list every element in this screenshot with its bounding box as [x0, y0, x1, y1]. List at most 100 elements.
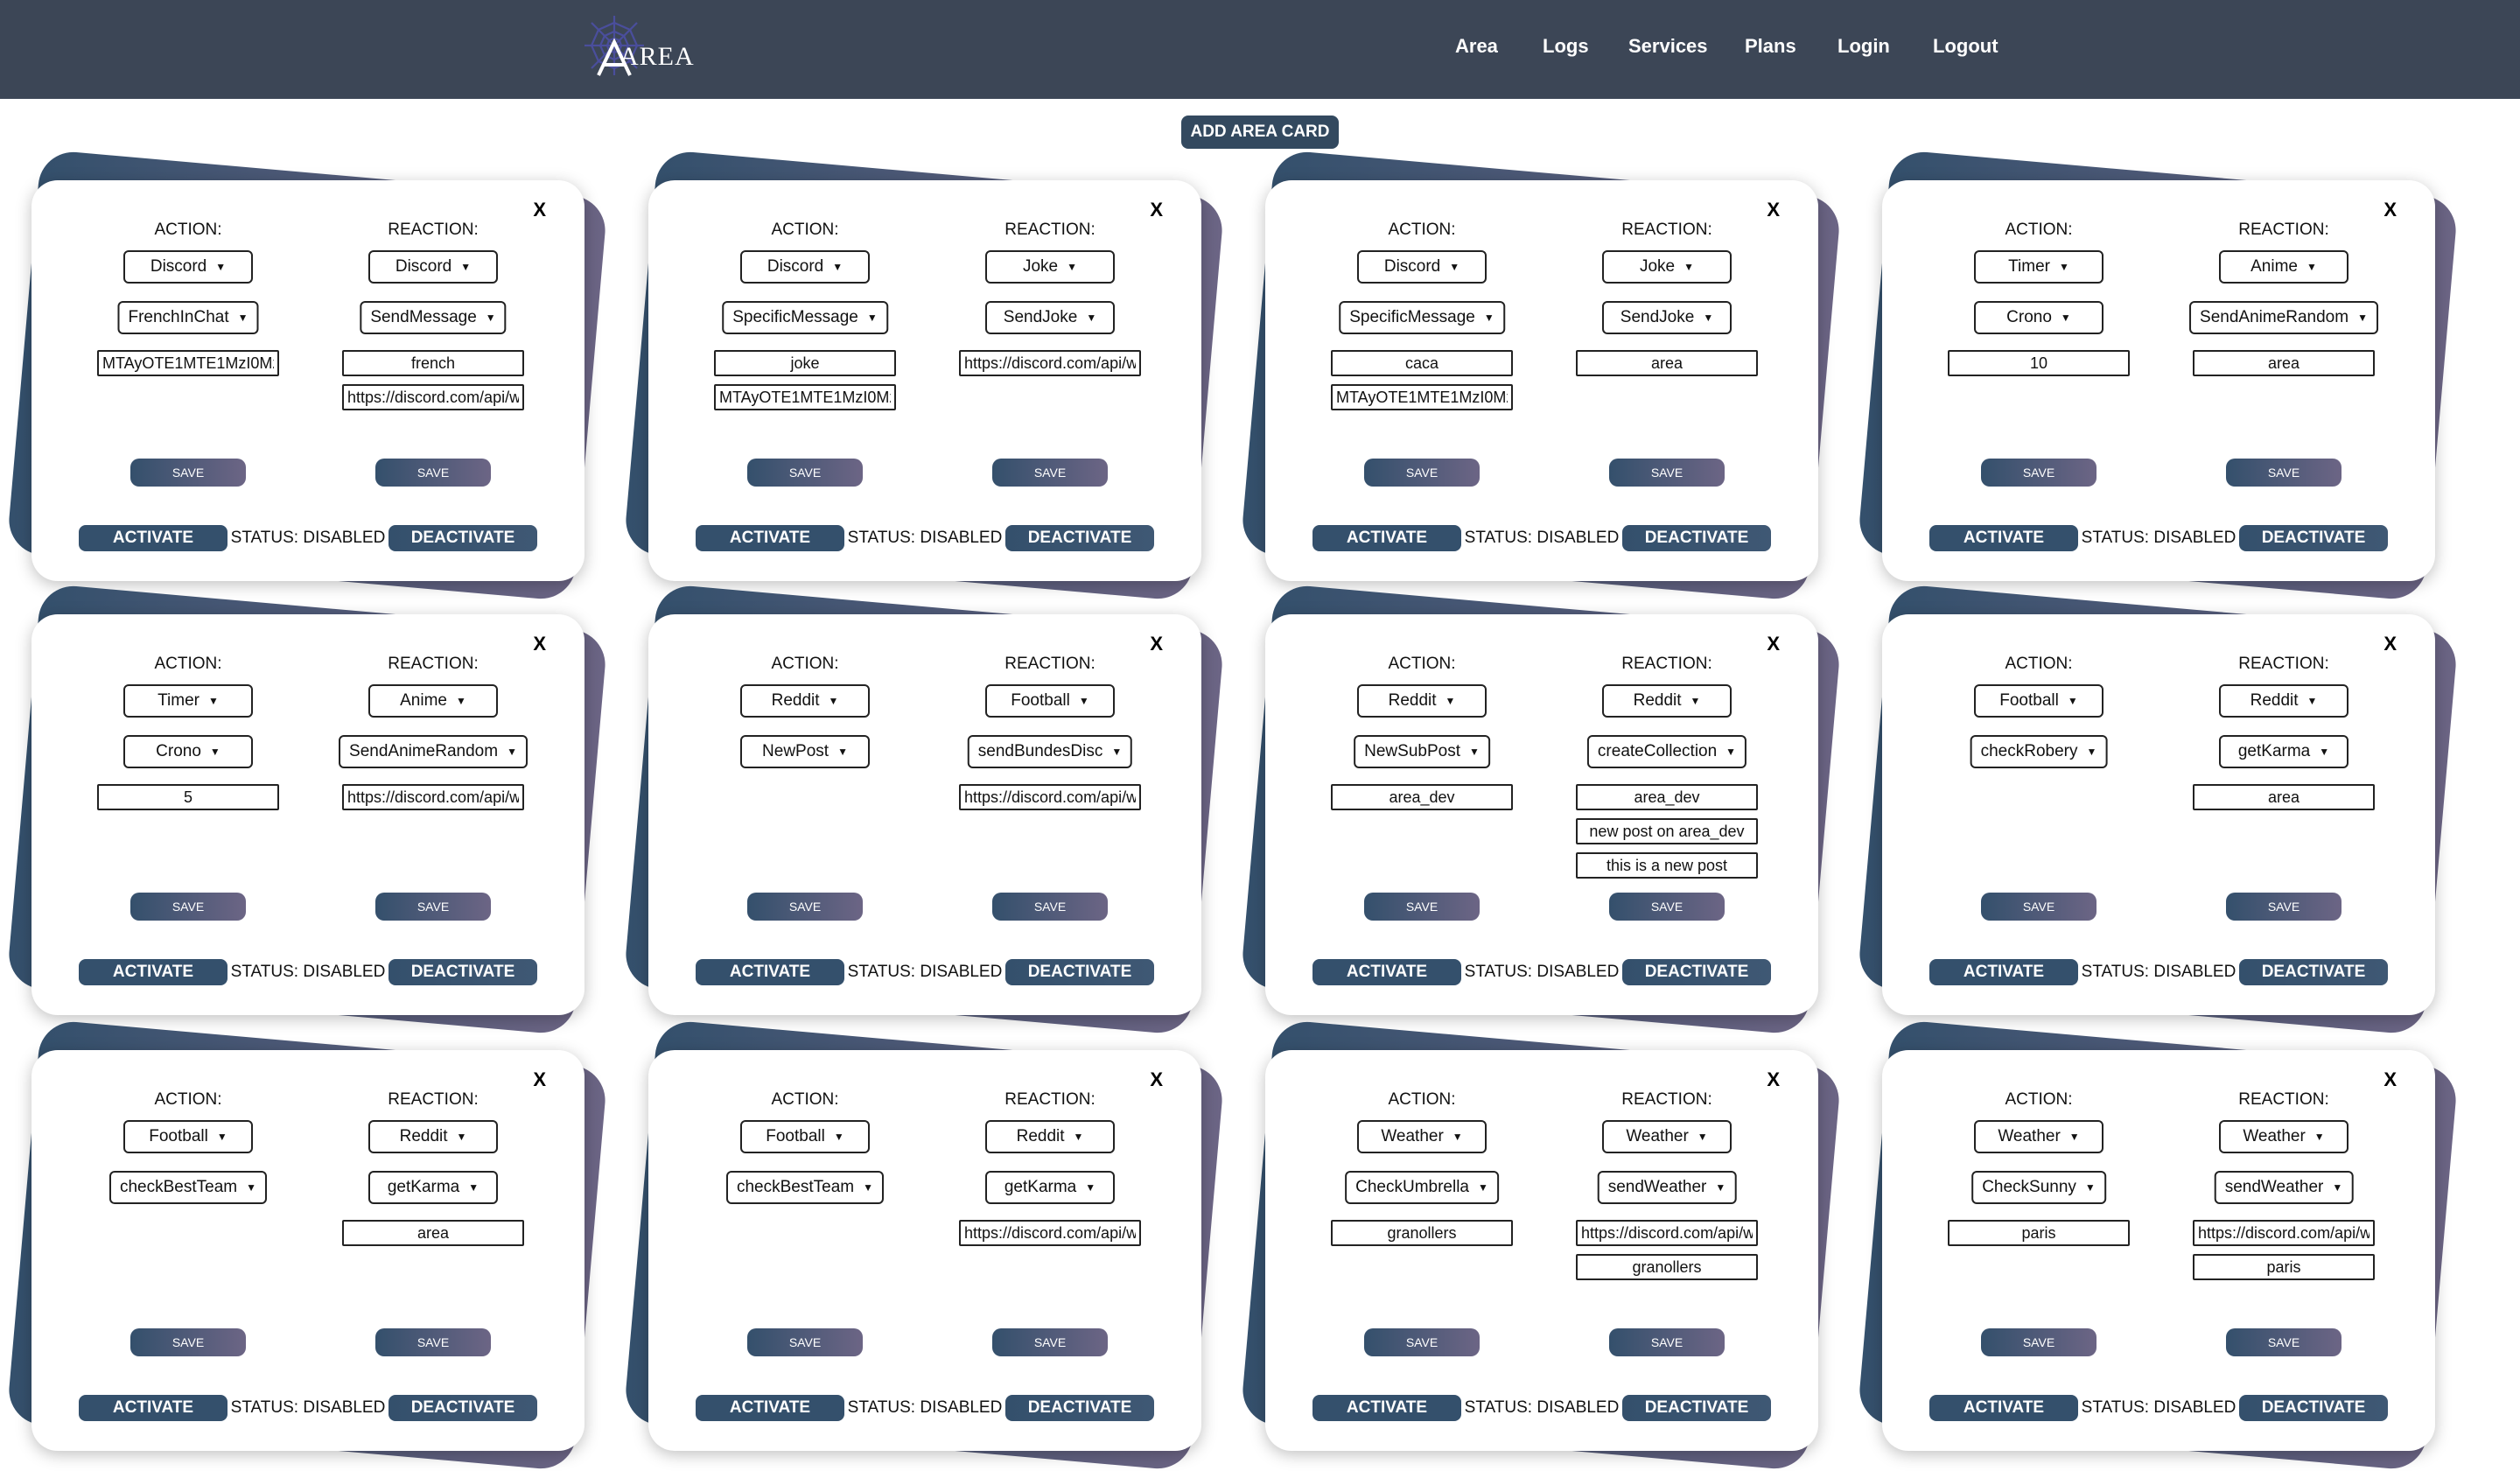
action-service-dropdown[interactable]: Football ▼ [740, 1120, 870, 1153]
action-service-dropdown[interactable]: Football ▼ [1974, 684, 2104, 718]
reaction-save-button[interactable]: SAVE [1609, 893, 1725, 921]
action-trigger-dropdown[interactable]: Crono ▼ [1974, 301, 2104, 334]
action-service-dropdown[interactable]: Reddit ▼ [1357, 684, 1487, 718]
deactivate-button[interactable]: DEACTIVATE [2239, 959, 2388, 985]
nav-plans[interactable]: Plans [1745, 35, 1796, 58]
action-save-button[interactable]: SAVE [1364, 459, 1480, 487]
reaction-param-input[interactable] [342, 350, 524, 376]
reaction-param-input[interactable] [1576, 818, 1758, 844]
reaction-save-button[interactable]: SAVE [992, 459, 1108, 487]
activate-button[interactable]: ACTIVATE [696, 1395, 844, 1421]
reaction-service-dropdown[interactable]: Reddit ▼ [2219, 684, 2348, 718]
nav-logs[interactable]: Logs [1543, 35, 1589, 58]
reaction-save-button[interactable]: SAVE [992, 1328, 1108, 1356]
reaction-save-button[interactable]: SAVE [375, 893, 491, 921]
reaction-param-input[interactable] [959, 350, 1141, 376]
activate-button[interactable]: ACTIVATE [1929, 525, 2078, 551]
action-service-dropdown[interactable]: Weather ▼ [1357, 1120, 1487, 1153]
reaction-service-dropdown[interactable]: Weather ▼ [2219, 1120, 2348, 1153]
deactivate-button[interactable]: DEACTIVATE [1622, 959, 1771, 985]
deactivate-button[interactable]: DEACTIVATE [1622, 1395, 1771, 1421]
action-param-input[interactable] [1948, 1220, 2130, 1246]
deactivate-button[interactable]: DEACTIVATE [2239, 1395, 2388, 1421]
reaction-save-button[interactable]: SAVE [2226, 893, 2342, 921]
action-trigger-dropdown[interactable]: CheckSunny ▼ [1971, 1171, 2106, 1204]
action-service-dropdown[interactable]: Football ▼ [123, 1120, 253, 1153]
action-trigger-dropdown[interactable]: SpecificMessage ▼ [722, 301, 888, 334]
action-trigger-dropdown[interactable]: checkBestTeam ▼ [725, 1171, 885, 1204]
nav-login[interactable]: Login [1838, 35, 1890, 58]
action-param-input[interactable] [1948, 350, 2130, 376]
reaction-param-input[interactable] [1576, 852, 1758, 879]
action-service-dropdown[interactable]: Discord ▼ [740, 250, 870, 284]
reaction-save-button[interactable]: SAVE [992, 893, 1108, 921]
action-trigger-dropdown[interactable]: NewSubPost ▼ [1354, 735, 1490, 768]
reaction-param-input[interactable] [959, 1220, 1141, 1246]
action-save-button[interactable]: SAVE [1981, 1328, 2096, 1356]
reaction-param-input[interactable] [342, 384, 524, 410]
reaction-param-input[interactable] [1576, 1220, 1758, 1246]
action-save-button[interactable]: SAVE [130, 459, 246, 487]
reaction-trigger-dropdown[interactable]: getKarma ▼ [985, 1171, 1115, 1204]
reaction-trigger-dropdown[interactable]: SendJoke ▼ [985, 301, 1115, 334]
reaction-save-button[interactable]: SAVE [375, 1328, 491, 1356]
reaction-trigger-dropdown[interactable]: sendBundesDisc ▼ [967, 735, 1133, 768]
reaction-save-button[interactable]: SAVE [2226, 1328, 2342, 1356]
activate-button[interactable]: ACTIVATE [1312, 1395, 1461, 1421]
deactivate-button[interactable]: DEACTIVATE [388, 959, 537, 985]
deactivate-button[interactable]: DEACTIVATE [2239, 525, 2388, 551]
reaction-trigger-dropdown[interactable]: SendAnimeRandom ▼ [339, 735, 528, 768]
action-save-button[interactable]: SAVE [130, 893, 246, 921]
reaction-trigger-dropdown[interactable]: getKarma ▼ [368, 1171, 498, 1204]
logo[interactable]: AREA [579, 12, 694, 79]
action-trigger-dropdown[interactable]: SpecificMessage ▼ [1339, 301, 1505, 334]
action-service-dropdown[interactable]: Timer ▼ [123, 684, 253, 718]
action-param-input[interactable] [714, 350, 896, 376]
deactivate-button[interactable]: DEACTIVATE [388, 525, 537, 551]
action-service-dropdown[interactable]: Weather ▼ [1974, 1120, 2104, 1153]
action-save-button[interactable]: SAVE [130, 1328, 246, 1356]
reaction-param-input[interactable] [342, 1220, 524, 1246]
activate-button[interactable]: ACTIVATE [696, 525, 844, 551]
reaction-param-input[interactable] [1576, 1254, 1758, 1280]
reaction-param-input[interactable] [2193, 1220, 2375, 1246]
activate-button[interactable]: ACTIVATE [1929, 959, 2078, 985]
reaction-trigger-dropdown[interactable]: sendWeather ▼ [1597, 1171, 1737, 1204]
action-service-dropdown[interactable]: Timer ▼ [1974, 250, 2104, 284]
reaction-param-input[interactable] [2193, 784, 2375, 810]
reaction-param-input[interactable] [2193, 350, 2375, 376]
reaction-service-dropdown[interactable]: Football ▼ [985, 684, 1115, 718]
reaction-trigger-dropdown[interactable]: SendMessage ▼ [360, 301, 507, 334]
action-trigger-dropdown[interactable]: NewPost ▼ [740, 735, 870, 768]
reaction-service-dropdown[interactable]: Joke ▼ [1602, 250, 1732, 284]
deactivate-button[interactable]: DEACTIVATE [1622, 525, 1771, 551]
action-save-button[interactable]: SAVE [1981, 893, 2096, 921]
activate-button[interactable]: ACTIVATE [696, 959, 844, 985]
reaction-service-dropdown[interactable]: Discord ▼ [368, 250, 498, 284]
reaction-param-input[interactable] [2193, 1254, 2375, 1280]
reaction-save-button[interactable]: SAVE [2226, 459, 2342, 487]
deactivate-button[interactable]: DEACTIVATE [1005, 959, 1154, 985]
reaction-save-button[interactable]: SAVE [1609, 1328, 1725, 1356]
action-save-button[interactable]: SAVE [1364, 893, 1480, 921]
reaction-service-dropdown[interactable]: Reddit ▼ [368, 1120, 498, 1153]
action-param-input[interactable] [97, 784, 279, 810]
reaction-service-dropdown[interactable]: Weather ▼ [1602, 1120, 1732, 1153]
reaction-service-dropdown[interactable]: Anime ▼ [368, 684, 498, 718]
reaction-param-input[interactable] [1576, 784, 1758, 810]
action-param-input[interactable] [1331, 784, 1513, 810]
reaction-save-button[interactable]: SAVE [375, 459, 491, 487]
action-param-input[interactable] [1331, 384, 1513, 410]
activate-button[interactable]: ACTIVATE [1312, 525, 1461, 551]
action-param-input[interactable] [714, 384, 896, 410]
deactivate-button[interactable]: DEACTIVATE [1005, 525, 1154, 551]
reaction-trigger-dropdown[interactable]: SendJoke ▼ [1602, 301, 1732, 334]
action-service-dropdown[interactable]: Discord ▼ [1357, 250, 1487, 284]
reaction-trigger-dropdown[interactable]: SendAnimeRandom ▼ [2189, 301, 2378, 334]
action-service-dropdown[interactable]: Reddit ▼ [740, 684, 870, 718]
reaction-trigger-dropdown[interactable]: createCollection ▼ [1586, 735, 1747, 768]
nav-services[interactable]: Services [1628, 35, 1708, 58]
action-trigger-dropdown[interactable]: checkBestTeam ▼ [108, 1171, 268, 1204]
action-trigger-dropdown[interactable]: CheckUmbrella ▼ [1345, 1171, 1499, 1204]
reaction-trigger-dropdown[interactable]: getKarma ▼ [2219, 735, 2348, 768]
